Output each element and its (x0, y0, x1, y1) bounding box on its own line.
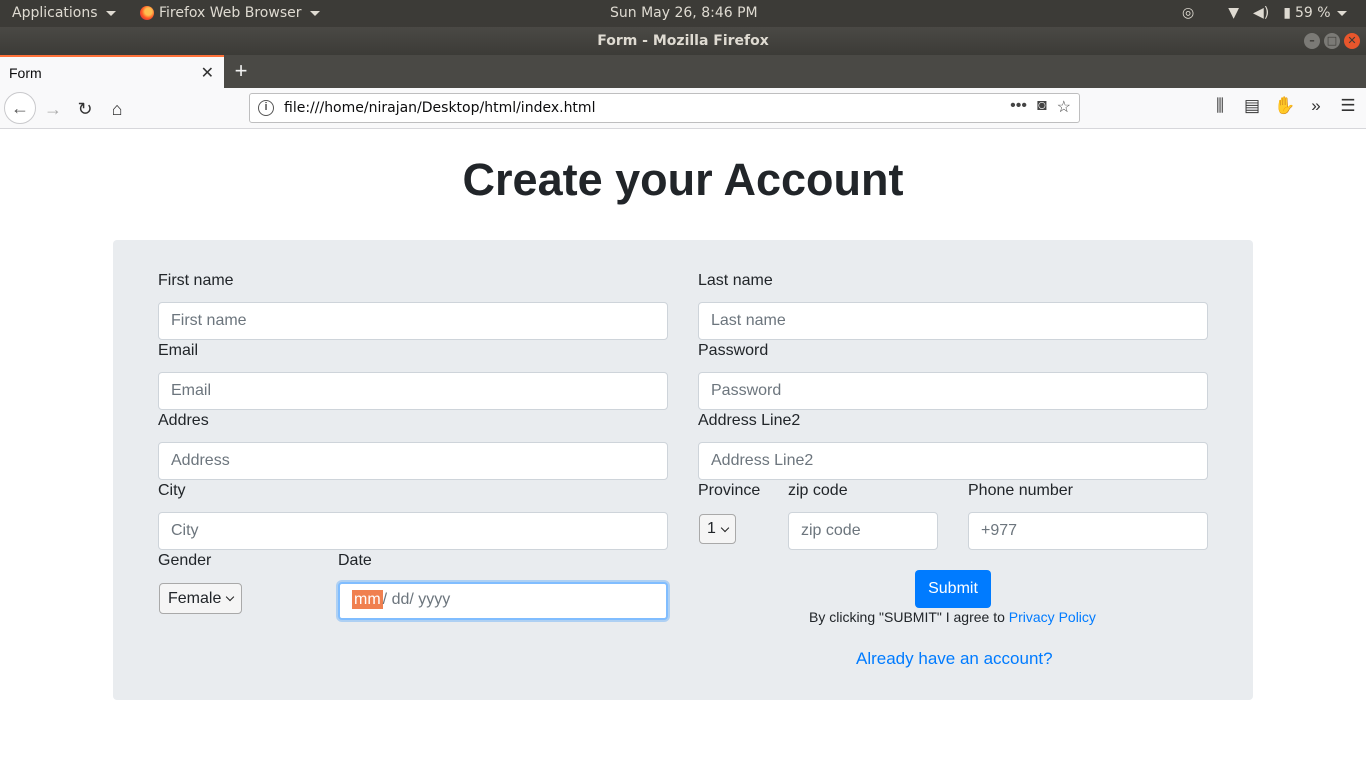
applications-menu[interactable]: Applications (12, 5, 116, 21)
new-tab-button[interactable]: + (230, 58, 252, 84)
home-button[interactable]: ⌂ (105, 97, 129, 121)
date-month-segment[interactable]: mm (352, 590, 383, 609)
battery-icon: ▮ (1283, 5, 1291, 21)
email-input[interactable]: Email (158, 372, 668, 410)
date-day-segment[interactable]: dd (392, 591, 410, 608)
active-app-menu[interactable]: Firefox Web Browser (140, 5, 320, 21)
minimize-button[interactable]: – (1304, 33, 1320, 49)
system-top-bar: Applications Firefox Web Browser Sun May… (0, 0, 1366, 27)
chevron-down-icon (720, 523, 730, 532)
applications-menu-label: Applications (12, 5, 98, 21)
info-icon[interactable]: i (258, 100, 274, 116)
zip-code-input[interactable]: zip code (788, 512, 938, 550)
volume-icon: ◀) (1253, 5, 1270, 21)
gender-label: Gender (158, 552, 212, 569)
dropdown-arrow-icon (105, 10, 116, 16)
dropdown-arrow-icon (1336, 10, 1347, 16)
window-title-bar[interactable]: Form - Mozilla Firefox – □ ✕ (0, 27, 1366, 55)
reload-button[interactable]: ↻ (73, 97, 97, 121)
page-actions-icon[interactable]: ••• (1010, 97, 1027, 117)
city-label: City (158, 482, 186, 499)
terms-text: By clicking "SUBMIT" I agree to Privacy … (809, 609, 1096, 625)
chevron-down-icon (226, 592, 235, 602)
province-value: 1 (707, 520, 716, 537)
dropdown-arrow-icon (309, 10, 320, 16)
zip-code-label: zip code (788, 482, 848, 499)
clock-label: Sun May 26, 8:46 PM (610, 5, 758, 21)
firefox-icon (140, 6, 154, 20)
password-label: Password (698, 342, 769, 359)
system-indicators[interactable]: ◎ ▼ ◀) ▮ 59 % (1182, 5, 1347, 21)
page-title: Create your Account (462, 154, 904, 205)
navigation-toolbar: ← → ↻ ⌂ i file:///home/nirajan/Desktop/h… (0, 88, 1366, 129)
email-label: Email (158, 342, 199, 359)
submit-button[interactable]: Submit (915, 570, 991, 608)
date-label: Date (338, 552, 372, 569)
url-text[interactable]: file:///home/nirajan/Desktop/html/index.… (284, 100, 595, 116)
gender-select[interactable]: Female (159, 583, 243, 614)
province-label: Province (698, 482, 761, 499)
gender-value: Female (168, 589, 222, 607)
tab-strip: Form ✕ + (0, 55, 1366, 88)
address-line2-input[interactable]: Address Line2 (698, 442, 1208, 480)
date-input[interactable]: mm / dd/ yyyy (338, 582, 668, 620)
phone-number-input[interactable]: +977 (968, 512, 1208, 550)
tab-form[interactable]: Form ✕ (0, 55, 224, 88)
bookmark-star-icon[interactable]: ☆ (1057, 97, 1071, 117)
wifi-icon: ▼ (1228, 5, 1239, 21)
last-name-input[interactable]: Last name (698, 302, 1208, 340)
address-label: Addres (158, 412, 209, 429)
pocket-icon[interactable]: ◙ (1037, 97, 1047, 117)
province-select[interactable]: 1 (699, 514, 736, 544)
last-name-label: Last name (698, 272, 773, 289)
privacy-policy-link[interactable]: Privacy Policy (1009, 609, 1096, 625)
url-bar[interactable]: i file:///home/nirajan/Desktop/html/inde… (249, 93, 1080, 123)
gnome-extension-icon[interactable]: ✋ (1274, 96, 1295, 116)
close-window-button[interactable]: ✕ (1344, 33, 1360, 49)
date-year-segment[interactable]: yyyy (418, 591, 450, 608)
date-separator: / (382, 591, 388, 608)
back-button[interactable]: ← (4, 92, 36, 124)
window-title: Form - Mozilla Firefox (597, 33, 769, 49)
target-icon: ◎ (1182, 5, 1195, 21)
sidebar-icon[interactable]: ▤ (1242, 96, 1262, 116)
signup-form: First name First name Last name Last nam… (113, 240, 1253, 700)
city-input[interactable]: City (158, 512, 668, 550)
first-name-label: First name (158, 272, 234, 289)
maximize-button[interactable]: □ (1324, 33, 1340, 49)
already-have-account-link[interactable]: Already have an account? (856, 649, 1053, 669)
active-app-label: Firefox Web Browser (159, 5, 302, 21)
forward-button[interactable]: → (41, 97, 65, 121)
battery-percent: 59 % (1294, 5, 1331, 21)
overflow-menu-icon[interactable]: » (1306, 96, 1326, 116)
password-input[interactable]: Password (698, 372, 1208, 410)
terms-label: By clicking "SUBMIT" I agree to (809, 609, 1009, 625)
address-input[interactable]: Address (158, 442, 668, 480)
phone-number-label: Phone number (968, 482, 1073, 499)
close-tab-icon[interactable]: ✕ (201, 63, 214, 83)
page-content: Create your Account First name First nam… (0, 130, 1366, 768)
date-separator: / (409, 591, 414, 608)
tab-label: Form (9, 65, 42, 81)
hamburger-menu-icon[interactable]: ☰ (1338, 96, 1358, 116)
first-name-input[interactable]: First name (158, 302, 668, 340)
clock[interactable]: Sun May 26, 8:46 PM (610, 5, 758, 21)
library-icon[interactable]: ⫼ (1210, 96, 1230, 116)
address-line2-label: Address Line2 (698, 412, 801, 429)
